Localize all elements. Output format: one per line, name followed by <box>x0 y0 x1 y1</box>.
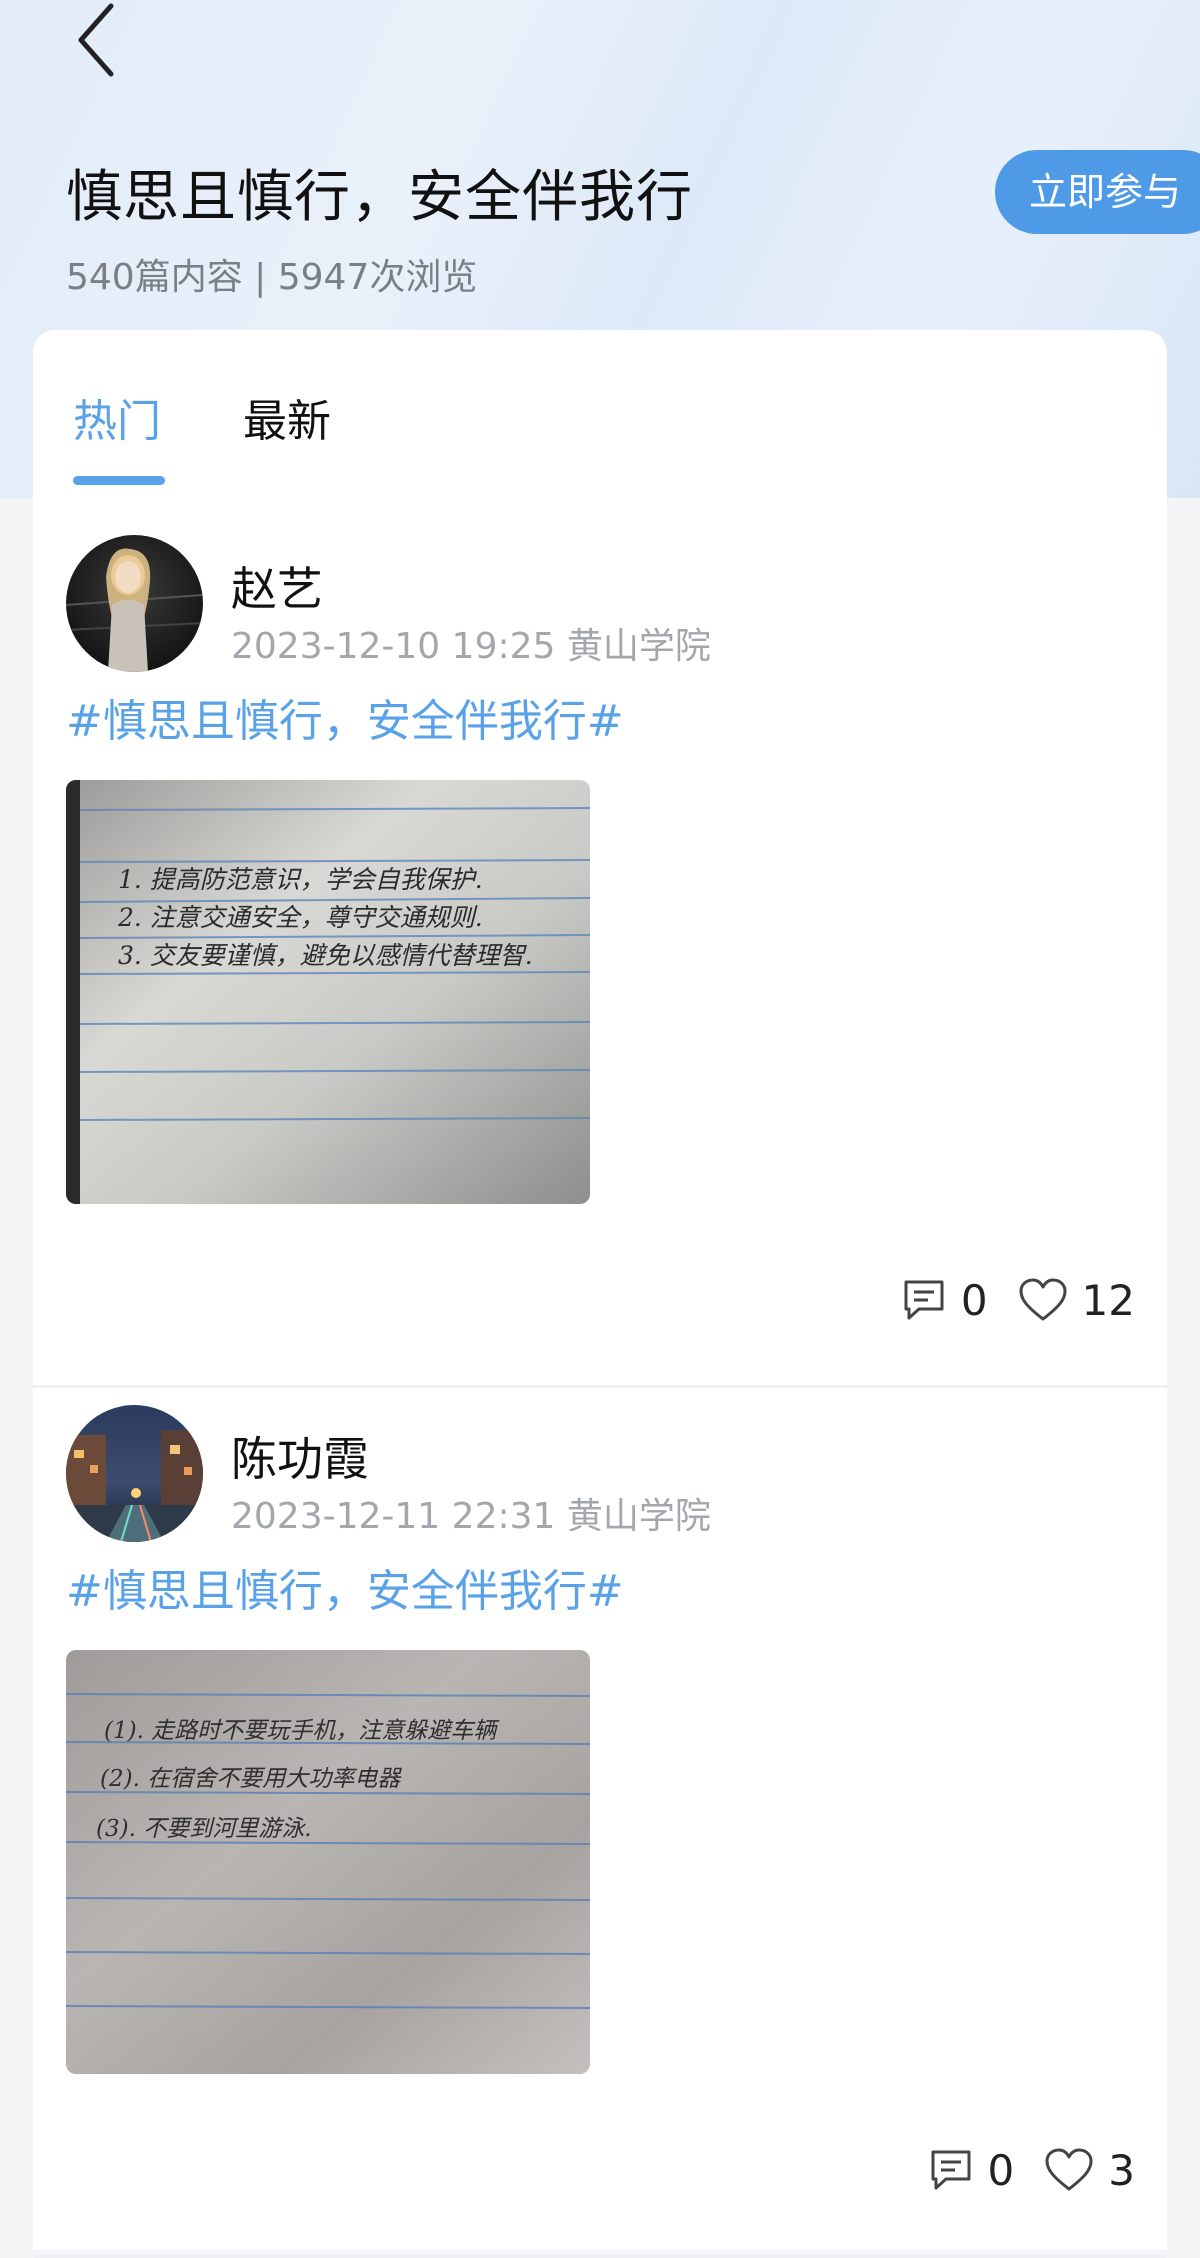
comment-count: 0 <box>987 2145 1015 2195</box>
author-name[interactable]: 陈功霞 <box>231 1423 369 1489</box>
topic-hashtag[interactable]: #慎思且慎行，安全伴我行# <box>66 685 624 749</box>
heart-icon[interactable] <box>1044 2147 1094 2193</box>
post-image[interactable]: (1). 走路时不要玩手机，注意躲避车辆 (2). 在宿舍不要用大功率电器 (3… <box>66 1650 590 2074</box>
like-count: 12 <box>1081 1275 1135 1325</box>
active-tab-indicator <box>73 476 165 485</box>
avatar[interactable] <box>66 535 203 672</box>
topic-hashtag[interactable]: #慎思且慎行，安全伴我行# <box>66 1555 624 1619</box>
post-actions: 0 12 <box>901 1270 1135 1330</box>
like-count: 3 <box>1108 2145 1135 2195</box>
chevron-left-icon <box>78 3 114 77</box>
handwritten-line: (2). 在宿舍不要用大功率电器 <box>100 1766 402 1792</box>
post-image[interactable]: 1. 提高防范意识，学会自我保护. 2. 注意交通安全，尊守交通规则. 3. 交… <box>66 780 590 1204</box>
content-card: 热门 最新 赵艺 2023-12-10 19:25 黄山学院 #慎思且慎行，安全… <box>33 330 1167 2258</box>
post-meta: 2023-12-10 19:25 黄山学院 <box>231 626 711 667</box>
heart-icon[interactable] <box>1018 1277 1068 1323</box>
handwritten-line: 1. 提高防范意识，学会自我保护. <box>118 865 483 894</box>
post-meta: 2023-12-11 22:31 黄山学院 <box>231 1496 711 1537</box>
topic-title: 慎思且慎行，安全伴我行 <box>66 165 693 230</box>
post-actions: 0 3 <box>928 2140 1135 2200</box>
join-button[interactable]: 立即参与 <box>995 150 1200 234</box>
avatar[interactable] <box>66 1405 203 1542</box>
handwritten-line: 2. 注意交通安全，尊守交通规则. <box>117 903 483 932</box>
author-name[interactable]: 赵艺 <box>231 553 323 619</box>
topic-stats: 540篇内容 | 5947次浏览 <box>66 257 478 298</box>
handwritten-line: (3). 不要到河里游泳. <box>96 1816 312 1842</box>
comment-icon[interactable] <box>901 1277 947 1323</box>
comment-icon[interactable] <box>928 2147 974 2193</box>
tab-latest[interactable]: 最新 <box>243 385 331 449</box>
tab-hot[interactable]: 热门 <box>73 385 161 449</box>
divider <box>33 1385 1167 1388</box>
back-button[interactable] <box>60 0 130 80</box>
handwritten-line: (1). 走路时不要玩手机，注意躲避车辆 <box>104 1718 500 1744</box>
comment-count: 0 <box>960 1275 988 1325</box>
handwritten-line: 3. 交友要谨慎，避免以感情代替理智. <box>118 941 533 970</box>
